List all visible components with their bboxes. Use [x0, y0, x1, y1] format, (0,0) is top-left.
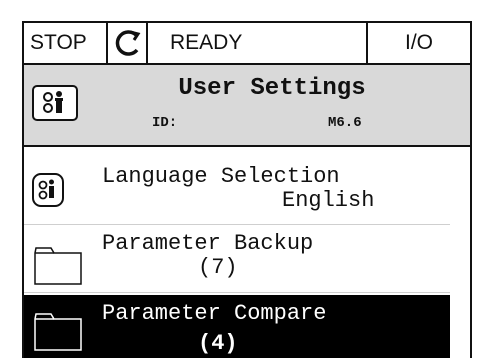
rotate-counterclockwise-icon [108, 23, 148, 63]
menu-item-value: English [282, 188, 375, 213]
menu-item-title: Parameter Compare [102, 301, 327, 326]
folder-icon [34, 247, 82, 285]
settings-selector-icon [32, 173, 64, 207]
ready-status: READY [148, 23, 368, 63]
folder-icon [34, 313, 82, 351]
menu-item-value: (7) [198, 255, 238, 280]
stop-status: STOP [24, 23, 108, 63]
id-value: M6.6 [328, 115, 362, 131]
status-bar: STOP READY I/O [24, 23, 470, 65]
menu-item-title: Language Selection [102, 164, 340, 189]
io-status: I/O [404, 31, 433, 54]
menu-item-value: (4) [198, 331, 238, 356]
page-title: User Settings [178, 75, 366, 102]
menu-item-parameter-backup[interactable]: Parameter Backup (7) [24, 229, 450, 293]
menu-header: User Settings ID: M6.6 [24, 65, 470, 147]
menu-item-title: Parameter Backup [102, 231, 314, 256]
keypad-display: STOP READY I/O User Settings ID: M6.6 La… [22, 21, 472, 358]
menu-item-language-selection[interactable]: Language Selection English [24, 157, 450, 225]
menu-item-parameter-compare[interactable]: Parameter Compare (4) [24, 295, 450, 358]
user-settings-icon [32, 85, 78, 121]
id-label: ID: [152, 115, 178, 131]
